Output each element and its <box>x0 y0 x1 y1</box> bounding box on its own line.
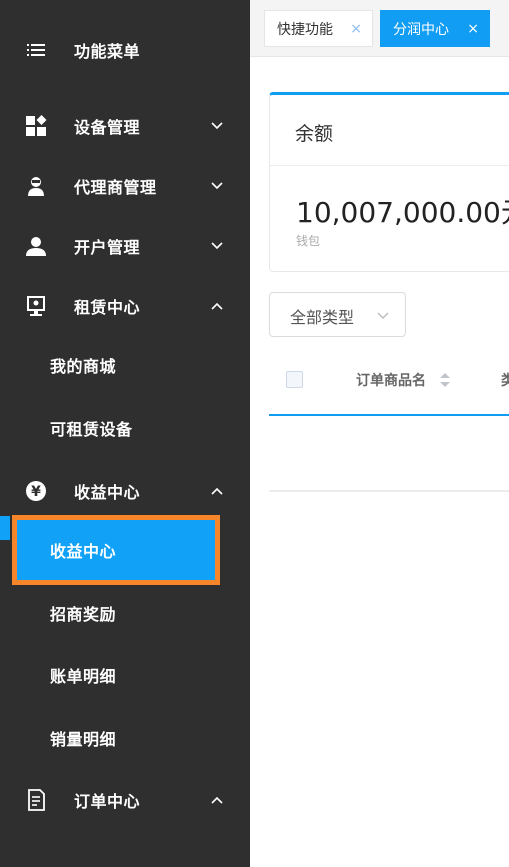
table-divider <box>269 490 509 492</box>
sidebar-item-label: 订单中心 <box>74 792 141 811</box>
chevron-down-icon <box>211 122 223 130</box>
menu-list-icon <box>25 39 47 61</box>
sidebar-item-account-opening[interactable]: 开户管理 <box>0 220 250 272</box>
sidebar-menu-header[interactable]: 功能菜单 <box>0 24 250 76</box>
table-header: 订单商品名 类 <box>269 352 509 416</box>
tab-quick-functions[interactable]: 快捷功能 × <box>264 10 373 47</box>
sidebar-subitem-label: 我的商城 <box>50 357 117 376</box>
sidebar-item-rental-center[interactable]: 租赁中心 <box>0 280 250 332</box>
sidebar-subitem-merchant-reward[interactable]: 招商奖励 <box>0 587 250 639</box>
close-icon[interactable]: × <box>467 21 479 37</box>
chevron-up-icon <box>211 487 223 495</box>
close-icon[interactable]: × <box>350 21 362 37</box>
person-icon <box>25 235 47 257</box>
tab-label: 快捷功能 <box>277 21 333 38</box>
chevron-down-icon <box>377 312 389 319</box>
sidebar-subitem-my-mall[interactable]: 我的商城 <box>0 339 250 391</box>
sidebar-item-label: 开户管理 <box>74 238 141 257</box>
document-icon <box>25 789 47 811</box>
yen-coin-icon: ¥ <box>25 480 47 502</box>
sidebar-subitem-rentable-devices[interactable]: 可租赁设备 <box>0 402 250 454</box>
sidebar-item-label: 收益中心 <box>74 483 141 502</box>
sidebar-subitem-income-center[interactable]: 收益中心 <box>0 512 250 592</box>
svg-text:¥: ¥ <box>31 484 41 500</box>
sidebar: 功能菜单 设备管理 代理商管理 开户管理 租赁中心 我的商城 可租赁设备 ¥ 收… <box>0 0 250 867</box>
balance-amount: 10,007,000.00元 <box>296 196 509 229</box>
balance-title: 余额 <box>295 123 334 145</box>
sidebar-subitem-label: 可租赁设备 <box>50 420 133 439</box>
sidebar-subitem-bill-details[interactable]: 账单明细 <box>0 649 250 701</box>
tab-bar: 快捷功能 × 分润中心 × <box>250 0 509 57</box>
sidebar-subitem-label: 招商奖励 <box>50 605 117 624</box>
column-header-product-name[interactable]: 订单商品名 <box>356 370 426 390</box>
tab-label: 分润中心 <box>393 21 449 38</box>
device-terminal-icon <box>25 295 47 317</box>
sort-icon[interactable] <box>439 372 451 388</box>
menu-title: 功能菜单 <box>74 42 141 61</box>
sidebar-item-label: 设备管理 <box>74 118 141 137</box>
chevron-down-icon <box>211 242 223 250</box>
tab-profit-center[interactable]: 分润中心 × <box>380 10 490 47</box>
type-filter-select[interactable]: 全部类型 <box>269 292 406 337</box>
sidebar-subitem-sales-details[interactable]: 销量明细 <box>0 712 250 764</box>
sidebar-subitem-label: 销量明细 <box>50 730 117 749</box>
wallet-label: 钱包 <box>296 234 321 248</box>
grid-apps-icon <box>25 115 47 137</box>
sidebar-subitem-label: 账单明细 <box>50 667 117 686</box>
card-header: 余额 <box>270 95 509 166</box>
filter-selected-value: 全部类型 <box>290 308 355 327</box>
active-indicator <box>0 516 10 540</box>
sidebar-item-label: 租赁中心 <box>74 298 141 317</box>
chevron-up-icon <box>211 796 223 804</box>
sidebar-item-label: 代理商管理 <box>74 178 157 197</box>
sidebar-item-order-center[interactable]: 订单中心 <box>0 774 250 826</box>
sidebar-item-agent-management[interactable]: 代理商管理 <box>0 160 250 212</box>
sidebar-item-income-center[interactable]: ¥ 收益中心 <box>0 465 250 517</box>
agent-user-icon <box>25 175 47 197</box>
select-all-checkbox[interactable] <box>286 371 303 388</box>
column-header-type[interactable]: 类 <box>501 370 509 390</box>
chevron-down-icon <box>211 182 223 190</box>
balance-card: 余额 10,007,000.00元 钱包 <box>269 92 509 272</box>
chevron-up-icon <box>211 302 223 310</box>
sidebar-subitem-label: 收益中心 <box>50 542 117 561</box>
sidebar-item-device-management[interactable]: 设备管理 <box>0 100 250 152</box>
